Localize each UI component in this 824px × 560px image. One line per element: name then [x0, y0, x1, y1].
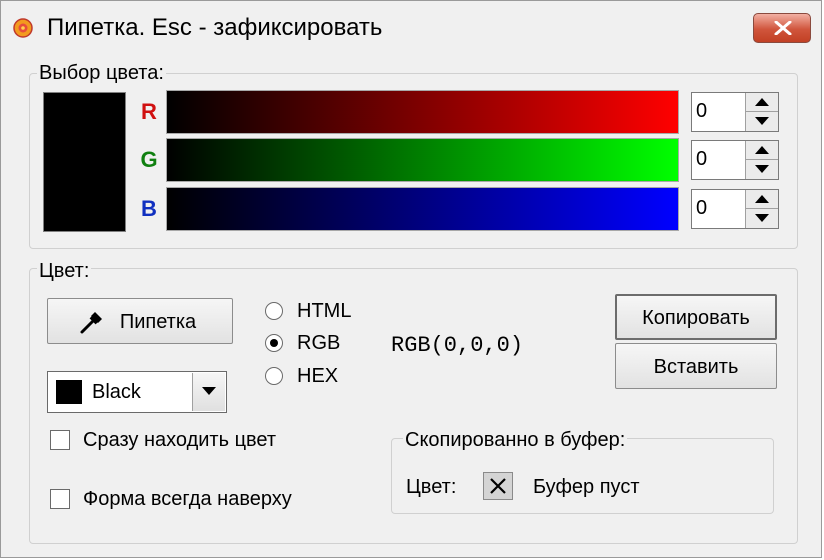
green-value-spinner[interactable]: 0: [691, 140, 779, 180]
green-increment-button[interactable]: [746, 141, 778, 160]
paste-button[interactable]: Вставить: [615, 343, 777, 389]
chevron-down-icon: [202, 387, 216, 395]
format-radio-hex[interactable]: [265, 367, 283, 385]
arrow-up-icon: [755, 146, 769, 154]
red-decrement-button[interactable]: [746, 112, 778, 131]
arrow-up-icon: [755, 195, 769, 203]
paste-button-label: Вставить: [653, 356, 739, 378]
blue-gradient-bar[interactable]: [166, 187, 679, 231]
find-now-checkbox[interactable]: [50, 430, 70, 450]
format-radio-html[interactable]: [265, 302, 283, 320]
red-channel-label: R: [141, 99, 157, 124]
always-on-top-label[interactable]: Форма всегда наверху: [83, 487, 292, 511]
named-color-swatch: [56, 380, 82, 404]
red-gradient-bar[interactable]: [166, 90, 679, 134]
clipboard-color-swatch: [483, 472, 513, 500]
dropdown-button[interactable]: [192, 373, 225, 411]
blue-increment-button[interactable]: [746, 190, 778, 209]
green-decrement-button[interactable]: [746, 160, 778, 179]
green-channel-label: G: [140, 147, 158, 172]
format-radio-rgb[interactable]: [265, 334, 283, 352]
color-group-label: Цвет:: [37, 260, 92, 282]
arrow-down-icon: [755, 117, 769, 125]
close-icon: [774, 21, 792, 35]
green-value[interactable]: 0: [696, 148, 707, 171]
format-label-hex[interactable]: HEX: [297, 364, 338, 388]
green-gradient-bar[interactable]: [166, 138, 679, 182]
blue-decrement-button[interactable]: [746, 209, 778, 228]
arrow-down-icon: [755, 165, 769, 173]
always-on-top-checkbox[interactable]: [50, 489, 70, 509]
copy-button-label: Копировать: [642, 307, 750, 329]
blue-value-spinner[interactable]: 0: [691, 189, 779, 229]
copy-button[interactable]: Копировать: [615, 294, 777, 340]
clipboard-color-label: Цвет:: [406, 476, 457, 498]
red-value-spinner[interactable]: 0: [691, 92, 779, 132]
title-bar[interactable]: Пипетка. Esc - зафиксировать: [1, 1, 821, 53]
blue-channel-label: B: [141, 196, 157, 221]
color-select-label: Выбор цвета:: [37, 62, 166, 84]
named-color-value: Black: [92, 381, 141, 403]
radio-selected-dot: [270, 339, 278, 347]
red-increment-button[interactable]: [746, 93, 778, 112]
empty-x-icon: [490, 478, 506, 494]
red-value[interactable]: 0: [696, 100, 707, 123]
color-preview: [43, 92, 126, 232]
color-value-text: RGB(0,0,0): [391, 333, 524, 358]
pipette-button-label: Пипетка: [119, 311, 197, 333]
close-button[interactable]: [753, 13, 811, 43]
format-label-rgb[interactable]: RGB: [297, 331, 340, 355]
blue-value[interactable]: 0: [696, 197, 707, 220]
app-icon: [13, 18, 33, 38]
arrow-up-icon: [755, 98, 769, 106]
format-label-html[interactable]: HTML: [297, 299, 351, 323]
pipette-button[interactable]: Пипетка: [47, 298, 233, 344]
window-title: Пипетка. Esc - зафиксировать: [47, 14, 383, 41]
clipboard-group-label: Скопированно в буфер:: [403, 429, 628, 451]
arrow-down-icon: [755, 214, 769, 222]
find-now-label[interactable]: Сразу находить цвет: [83, 428, 276, 452]
named-color-select[interactable]: Black: [47, 371, 227, 413]
pipette-window: Пипетка. Esc - зафиксировать Выбор цвета…: [0, 0, 822, 558]
clipboard-status: Буфер пуст: [533, 476, 640, 498]
